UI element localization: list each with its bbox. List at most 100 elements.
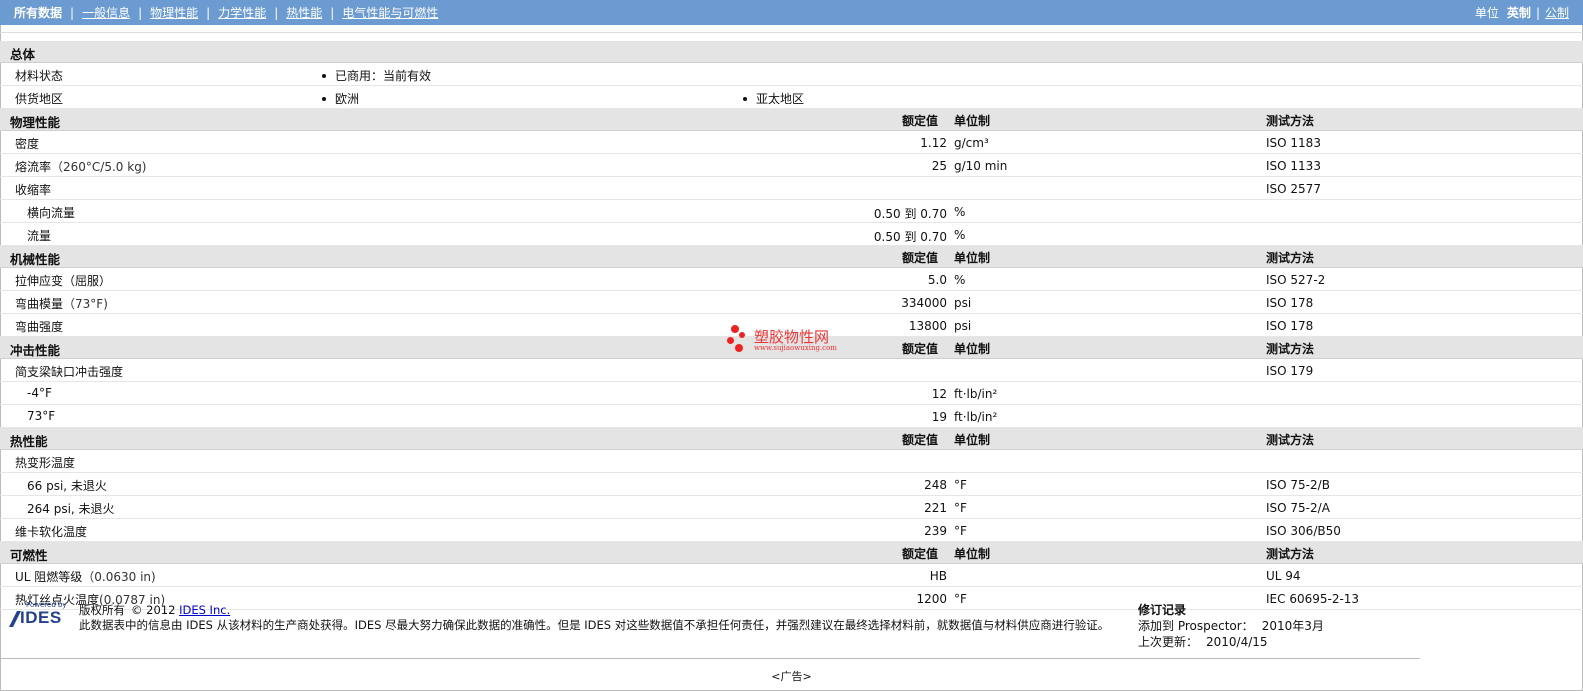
unit-value: psi [954, 319, 972, 333]
unit-value: psi [954, 296, 972, 310]
property-name: UL 阻燃等级（0.0630 in) [15, 568, 156, 585]
property-name: 收缩率 [15, 181, 51, 198]
updated-label: 上次更新： [1138, 635, 1199, 649]
section-tabs: 所有数据 | 一般信息 | 物理性能 | 力学性能 | 热性能 | 电气性能与可… [0, 4, 438, 21]
section-title: 机械性能 [10, 252, 61, 267]
nominal-value-header: 额定值 [901, 251, 938, 265]
nominal-value: 0.50 到 0.70 [873, 207, 947, 221]
nominal-value: 25 [931, 159, 947, 173]
nominal-value-header: 额定值 [901, 547, 938, 561]
tab-separator: | [206, 5, 211, 20]
availability-row: 供货地区 欧洲 亚太地区 [0, 86, 1583, 109]
property-row: UL 阻燃等级（0.0630 in) HB UL 94 [0, 564, 1583, 587]
availability-label: 供货地区 [15, 92, 64, 106]
unit-header: 单位制 [954, 114, 991, 128]
property-name: 66 psi, 未退火 [27, 477, 107, 494]
tab-separator: | [330, 5, 335, 20]
test-method-header: 测试方法 [1266, 342, 1315, 356]
tab-general-info[interactable]: 一般信息 [82, 4, 130, 21]
availability-value-apac: 亚太地区 [743, 90, 804, 107]
property-row: 熔流率（260°C/5.0 kg) 25 g/10 min ISO 1133 [0, 154, 1583, 177]
property-row: 流量 0.50 到 0.70% [0, 223, 1583, 246]
tab-electrical-flammability[interactable]: 电气性能与可燃性 [342, 4, 438, 21]
property-name: 熔流率（260°C/5.0 kg) [15, 158, 147, 175]
test-method: ISO 178 [1266, 296, 1314, 310]
unit-value: ft·lb/in² [954, 410, 998, 424]
property-name: 264 psi, 未退火 [27, 500, 115, 517]
test-method: ISO 75-2/A [1266, 501, 1330, 515]
property-label: 横向流量 [27, 206, 76, 220]
property-name: 流量 [27, 227, 51, 244]
test-method-header: 测试方法 [1266, 547, 1315, 561]
section-header: 物理性能 额定值 单位制 测试方法 [0, 109, 1583, 131]
test-method: ISO 1183 [1266, 136, 1321, 150]
property-label: 维卡软化温度 [15, 525, 88, 539]
revision-history-title: 修订记录 [1138, 603, 1187, 617]
tab-thermal[interactable]: 热性能 [286, 4, 322, 21]
unit-value: % [954, 228, 966, 242]
nominal-value: 221 [924, 501, 947, 515]
test-method: ISO 178 [1266, 319, 1314, 333]
property-name: 维卡软化温度 [15, 523, 87, 540]
tab-physical[interactable]: 物理性能 [150, 4, 198, 21]
property-name: -4°F [27, 386, 52, 400]
bullet-icon [322, 73, 326, 78]
test-method: ISO 2577 [1266, 182, 1321, 196]
added-value: 2010年3月 [1261, 619, 1324, 633]
property-name: 拉伸应变（屈服） [15, 272, 111, 289]
property-label: UL 阻燃等级 [15, 570, 83, 584]
nominal-value: 19 [931, 410, 947, 424]
copyright-line: 版权所有 © 2012 IDES Inc. [79, 602, 230, 618]
property-row: 拉伸应变（屈服） 5.0% ISO 527-2 [0, 268, 1583, 291]
tab-mechanical[interactable]: 力学性能 [218, 4, 266, 21]
property-label: 弯曲强度 [15, 320, 64, 334]
unit-value: % [954, 273, 966, 287]
unit-header: 单位制 [954, 342, 991, 356]
nominal-value: 248 [924, 478, 947, 492]
section-header: 可燃性 额定值 单位制 测试方法 [0, 542, 1583, 564]
property-name: 弯曲强度 [15, 318, 63, 335]
copyright-label: 版权所有 [79, 603, 125, 617]
test-method: ISO 527-2 [1266, 273, 1326, 287]
revision-updated: 上次更新： 2010/4/15 [1138, 633, 1268, 650]
property-condition: （73°F) [63, 297, 108, 311]
section-header: 热性能 额定值 单位制 测试方法 [0, 428, 1583, 450]
nominal-value: 334000 [901, 296, 947, 310]
property-label: 弯曲模量 [15, 297, 64, 311]
property-label: 密度 [15, 137, 40, 151]
footer-divider [0, 658, 1420, 659]
unit-value: °F [954, 524, 967, 538]
ides-company-link[interactable]: IDES Inc. [179, 603, 230, 617]
property-label: 收缩率 [15, 183, 52, 197]
property-name: 热变形温度 [15, 454, 75, 471]
property-row: 横向流量 0.50 到 0.70% [0, 200, 1583, 223]
section-header: 机械性能 额定值 单位制 测试方法 [0, 246, 1583, 268]
revision-added: 添加到 Prospector： 2010年3月 [1138, 617, 1324, 634]
unit-metric-link[interactable]: 公制 [1545, 4, 1569, 21]
property-condition: （0.0630 in) [82, 570, 156, 584]
property-label: 简支梁缺口冲击强度 [15, 365, 124, 379]
property-label: 拉伸应变（屈服） [15, 274, 112, 288]
nominal-value-header: 额定值 [901, 433, 938, 447]
nominal-value-header: 额定值 [901, 114, 938, 128]
property-label: -4°F [27, 386, 52, 400]
property-row: 收缩率 ISO 2577 [0, 177, 1583, 200]
tab-all-data[interactable]: 所有数据 [14, 4, 62, 21]
test-method: ISO 1133 [1266, 159, 1321, 173]
ad-placeholder[interactable]: <广告> [0, 668, 1583, 684]
property-label: 流量 [27, 229, 52, 243]
footer: Powered by IDES 版权所有 © 2012 IDES Inc. 此数据… [0, 598, 1583, 658]
section-header-general: 总体 [0, 41, 1583, 63]
top-spacer [0, 32, 1583, 41]
top-nav-bar: 所有数据 | 一般信息 | 物理性能 | 力学性能 | 热性能 | 电气性能与可… [0, 0, 1583, 25]
material-status-label: 材料状态 [15, 69, 64, 83]
unit-value: ft·lb/in² [954, 387, 998, 401]
section-title: 可燃性 [10, 548, 48, 563]
property-row: 密度 1.12 g/cm³ ISO 1183 [0, 131, 1583, 154]
unit-value: g/10 min [954, 159, 1008, 173]
availability-value-europe: 欧洲 [322, 90, 359, 107]
nominal-value: 0.50 到 0.70 [873, 230, 947, 244]
unit-english-option[interactable]: 英制 [1507, 4, 1531, 21]
property-row: -4°F 12 ft·lb/in² [0, 382, 1583, 405]
nominal-value: 239 [924, 524, 947, 538]
